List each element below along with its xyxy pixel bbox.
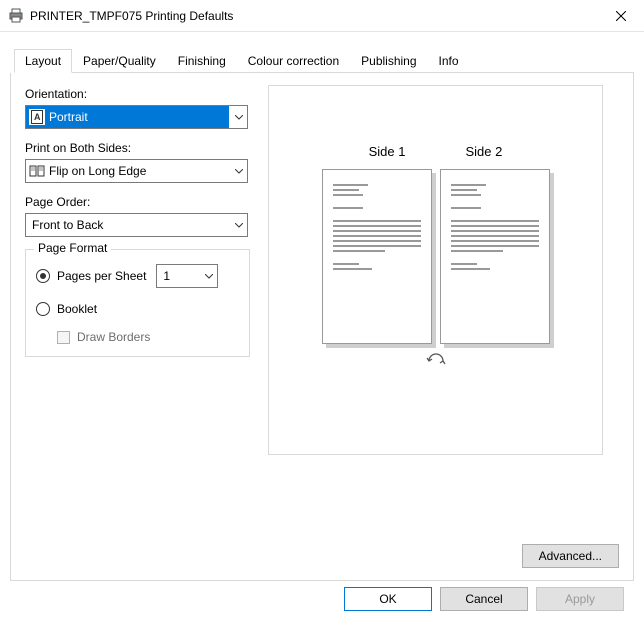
booklet-radio[interactable]: [36, 302, 50, 316]
both-sides-value: Flip on Long Edge: [49, 164, 146, 178]
chevron-down-icon: [199, 265, 217, 287]
preview-page-2: [440, 169, 550, 344]
tab-publishing[interactable]: Publishing: [350, 49, 427, 73]
tab-bar: Layout Paper/Quality Finishing Colour co…: [14, 48, 634, 73]
page-order-select[interactable]: Front to Back: [25, 213, 248, 237]
booklet-label: Booklet: [57, 302, 97, 316]
tab-finishing[interactable]: Finishing: [167, 49, 237, 73]
page-format-legend: Page Format: [34, 241, 111, 255]
portrait-icon: A: [29, 109, 45, 125]
close-icon: [616, 11, 626, 21]
chevron-down-icon: [229, 214, 247, 236]
tab-layout[interactable]: Layout: [14, 49, 72, 73]
orientation-value: Portrait: [49, 110, 88, 124]
pages-per-sheet-select[interactable]: 1: [156, 264, 218, 288]
chevron-down-icon: [229, 106, 247, 128]
preview-side2-label: Side 2: [466, 144, 503, 159]
printer-icon: [8, 8, 24, 24]
tab-paper-quality[interactable]: Paper/Quality: [72, 49, 167, 73]
pages-per-sheet-radio[interactable]: [36, 269, 50, 283]
preview-side1-label: Side 1: [369, 144, 406, 159]
advanced-button[interactable]: Advanced...: [522, 544, 619, 568]
both-sides-select[interactable]: Flip on Long Edge: [25, 159, 248, 183]
draw-borders-checkbox: [57, 331, 70, 344]
titlebar: PRINTER_TMPF075 Printing Defaults: [0, 0, 644, 32]
cancel-button[interactable]: Cancel: [440, 587, 528, 611]
both-sides-label: Print on Both Sides:: [25, 141, 250, 155]
page-format-group: Page Format Pages per Sheet 1: [25, 249, 250, 357]
flip-long-edge-icon: [29, 163, 45, 179]
page-order-value: Front to Back: [29, 218, 103, 232]
pages-per-sheet-value: 1: [157, 269, 199, 283]
orientation-select[interactable]: A Portrait: [25, 105, 248, 129]
preview-page-1: [322, 169, 432, 344]
tab-info[interactable]: Info: [428, 49, 470, 73]
ok-button[interactable]: OK: [344, 587, 432, 611]
pages-per-sheet-label: Pages per Sheet: [57, 269, 146, 283]
close-button[interactable]: [598, 0, 644, 32]
page-order-label: Page Order:: [25, 195, 250, 209]
apply-button: Apply: [536, 587, 624, 611]
window-title: PRINTER_TMPF075 Printing Defaults: [30, 9, 598, 23]
page-preview: Side 1 Side 2: [268, 85, 603, 455]
tab-panel-layout: Orientation: A Portrait: [10, 73, 634, 581]
svg-text:A: A: [34, 112, 41, 122]
flip-indicator-icon: [425, 352, 447, 375]
draw-borders-label: Draw Borders: [77, 330, 150, 344]
dialog-footer: OK Cancel Apply: [10, 581, 634, 611]
orientation-label: Orientation:: [25, 87, 250, 101]
tab-colour-correction[interactable]: Colour correction: [237, 49, 350, 73]
chevron-down-icon: [229, 160, 247, 182]
